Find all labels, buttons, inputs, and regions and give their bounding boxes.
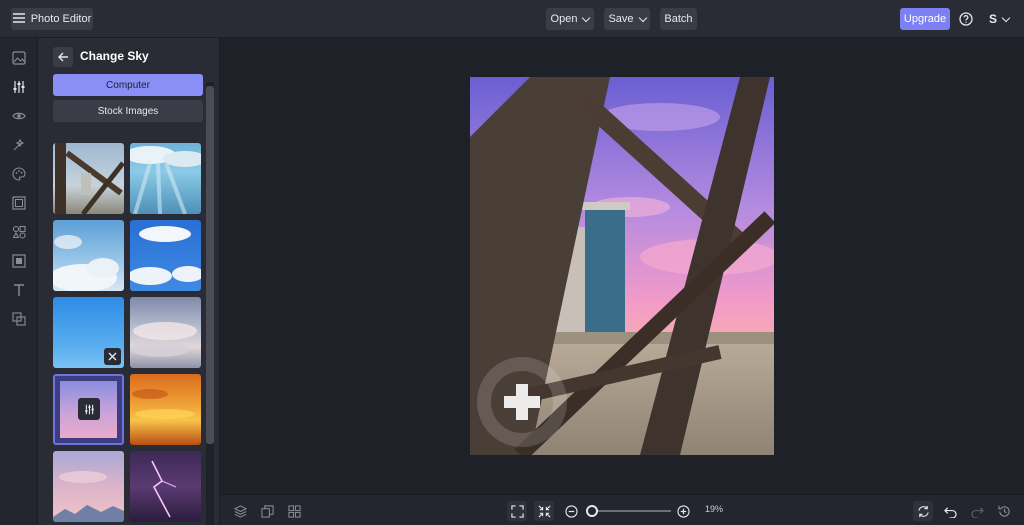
thumb-image bbox=[53, 235, 119, 291]
computer-button[interactable]: Computer bbox=[53, 74, 203, 96]
photo-canvas[interactable] bbox=[470, 77, 774, 455]
fit-screen-button[interactable] bbox=[507, 501, 527, 521]
redo-button[interactable] bbox=[967, 501, 987, 521]
graphics-tool-icon[interactable] bbox=[11, 224, 27, 240]
chevron-down-icon bbox=[582, 13, 591, 22]
text-tool-icon[interactable] bbox=[11, 282, 27, 298]
thumb-image bbox=[53, 471, 124, 522]
frame-tool-icon[interactable] bbox=[11, 195, 27, 211]
layers-icon bbox=[233, 504, 247, 518]
hamburger-icon bbox=[12, 12, 25, 26]
upgrade-label: Upgrade bbox=[903, 13, 947, 25]
zoom-in-icon bbox=[676, 504, 690, 518]
zoom-out-icon bbox=[564, 504, 578, 518]
account-avatar: S bbox=[988, 12, 997, 26]
back-button[interactable] bbox=[53, 47, 73, 67]
adjust-sky-button[interactable] bbox=[78, 398, 100, 420]
arrow-left-icon bbox=[57, 52, 68, 62]
upgrade-button[interactable]: Upgrade bbox=[900, 8, 950, 30]
batch-button[interactable]: Batch bbox=[660, 8, 697, 30]
sky-thumb-original[interactable] bbox=[53, 143, 124, 214]
sky-thumb-clear-blue[interactable] bbox=[53, 297, 124, 368]
effects-tool-icon[interactable] bbox=[11, 137, 27, 153]
batch-label: Batch bbox=[664, 13, 693, 25]
sky-thumb-cumulus[interactable] bbox=[53, 220, 124, 291]
thumb-image bbox=[132, 389, 195, 419]
shrink-icon bbox=[538, 505, 550, 517]
sky-thumb-pastel[interactable] bbox=[53, 451, 124, 522]
stock-images-label: Stock Images bbox=[97, 105, 159, 117]
palette-tool-icon[interactable] bbox=[11, 166, 27, 182]
sky-thumb-sunrays[interactable] bbox=[130, 143, 201, 214]
change-sky-panel: Change Sky Computer Stock Images bbox=[38, 38, 220, 525]
eye-tool-icon[interactable] bbox=[11, 108, 27, 124]
chevron-down-icon bbox=[638, 13, 647, 22]
edited-photo bbox=[470, 77, 774, 455]
sky-thumb-pink-selected[interactable] bbox=[53, 374, 124, 445]
computer-label: Computer bbox=[106, 79, 150, 91]
help-icon bbox=[959, 12, 973, 26]
image-tool-icon[interactable] bbox=[11, 50, 27, 66]
help-button[interactable] bbox=[956, 8, 976, 30]
sliders-icon bbox=[84, 404, 94, 414]
zoom-slider[interactable] bbox=[593, 510, 671, 512]
refresh-icon bbox=[917, 505, 929, 517]
zoom-slider-knob[interactable] bbox=[586, 505, 598, 517]
tool-rail bbox=[0, 38, 38, 525]
chevron-down-icon bbox=[1001, 13, 1011, 22]
thumb-image bbox=[130, 226, 201, 285]
grid-icon bbox=[287, 504, 301, 518]
history-icon bbox=[997, 505, 1010, 517]
bottom-bar: 19% bbox=[220, 494, 1024, 525]
panel-scrollbar-thumb[interactable] bbox=[206, 86, 214, 444]
overlay-tool-icon[interactable] bbox=[11, 253, 27, 269]
sky-thumb-cloud-sea[interactable] bbox=[130, 297, 201, 368]
undo-icon bbox=[943, 506, 957, 518]
app-title: Photo Editor bbox=[30, 13, 92, 25]
layers-tool-icon[interactable] bbox=[11, 311, 27, 327]
history-button[interactable] bbox=[257, 501, 277, 521]
thumb-image bbox=[151, 460, 177, 518]
remove-button[interactable] bbox=[104, 348, 121, 365]
compare-button[interactable] bbox=[913, 501, 933, 521]
close-icon bbox=[108, 352, 117, 361]
app-menu-button[interactable]: Photo Editor bbox=[11, 8, 93, 30]
sky-thumb-orange-sunset[interactable] bbox=[130, 374, 201, 445]
adjust-tool-icon[interactable] bbox=[11, 79, 27, 95]
history-reset-button[interactable] bbox=[994, 501, 1014, 521]
open-button[interactable]: Open bbox=[546, 8, 594, 30]
top-bar: Photo Editor Open Save Batch Upgrade S bbox=[0, 0, 1024, 38]
actual-size-button[interactable] bbox=[534, 501, 554, 521]
thumb-image bbox=[130, 322, 197, 357]
grid-button[interactable] bbox=[284, 501, 304, 521]
expand-icon bbox=[510, 504, 524, 518]
zoom-out-button[interactable] bbox=[561, 501, 581, 521]
zoom-level: 19% bbox=[705, 504, 724, 514]
layers-button[interactable] bbox=[230, 501, 250, 521]
save-button[interactable]: Save bbox=[604, 8, 650, 30]
panel-title: Change Sky bbox=[80, 49, 149, 63]
open-label: Open bbox=[550, 13, 578, 25]
zoom-in-button[interactable] bbox=[673, 501, 693, 521]
account-menu[interactable]: S bbox=[982, 8, 1016, 30]
stock-images-button[interactable]: Stock Images bbox=[53, 100, 203, 122]
copy-icon bbox=[260, 504, 274, 518]
sky-thumb-blue-clouds[interactable] bbox=[130, 220, 201, 291]
save-label: Save bbox=[608, 13, 634, 25]
thumb-image bbox=[55, 143, 124, 214]
redo-icon bbox=[970, 506, 984, 518]
sky-thumb-lightning[interactable] bbox=[130, 451, 201, 522]
undo-button[interactable] bbox=[940, 501, 960, 521]
thumb-image bbox=[130, 146, 201, 214]
